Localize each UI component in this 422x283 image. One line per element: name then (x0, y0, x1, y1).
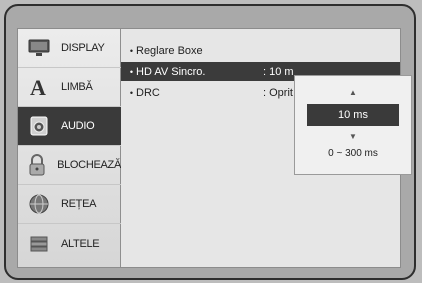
sidebar: DISPLAY A LIMBĂ AUDIO BLOCHEAZĂ REȚEA AL… (18, 29, 121, 267)
settings-menu: DISPLAY A LIMBĂ AUDIO BLOCHEAZĂ REȚEA AL… (17, 28, 412, 268)
setting-name: HD AV Sincro. (136, 65, 206, 78)
setting-name: Reglare Boxe (136, 44, 203, 57)
bullet: • (129, 87, 133, 98)
sidebar-item-label: BLOCHEAZĂ (57, 159, 121, 171)
sidebar-item-network[interactable]: REȚEA (18, 185, 121, 224)
current-value[interactable]: 10 ms (307, 104, 399, 126)
language-icon: A (26, 74, 52, 100)
value-range: 0 ~ 300 ms (328, 148, 378, 159)
bullet: • (129, 66, 133, 77)
value-picker-popup: ▲ 10 ms ▼ 0 ~ 300 ms (294, 75, 412, 175)
sidebar-item-audio[interactable]: AUDIO (18, 107, 121, 146)
sidebar-item-display[interactable]: DISPLAY (18, 29, 121, 68)
down-arrow-icon[interactable]: ▼ (295, 132, 411, 141)
setting-name: DRC (136, 86, 160, 99)
setting-row-speaker-setup[interactable]: • Reglare Boxe (121, 41, 400, 60)
svg-text:A: A (30, 76, 46, 98)
sidebar-item-label: AUDIO (61, 120, 95, 132)
audio-icon (26, 113, 52, 139)
lock-icon (26, 152, 48, 178)
sidebar-item-others[interactable]: ALTELE (18, 224, 121, 263)
sidebar-item-label: LIMBĂ (61, 81, 93, 93)
sidebar-item-label: ALTELE (61, 237, 100, 250)
display-icon (26, 35, 52, 61)
sidebar-item-label: DISPLAY (61, 42, 105, 54)
up-arrow-icon[interactable]: ▲ (295, 88, 411, 97)
setting-value: : Oprit (263, 86, 293, 99)
setting-value: : 10 m (263, 65, 294, 78)
sidebar-item-label: REȚEA (61, 198, 97, 210)
network-icon (26, 191, 52, 217)
tv-screen: DISPLAY A LIMBĂ AUDIO BLOCHEAZĂ REȚEA AL… (0, 0, 422, 283)
bullet: • (129, 45, 133, 56)
sidebar-item-language[interactable]: A LIMBĂ (18, 68, 121, 107)
others-icon (26, 231, 52, 257)
sidebar-item-lock[interactable]: BLOCHEAZĂ (18, 146, 121, 185)
